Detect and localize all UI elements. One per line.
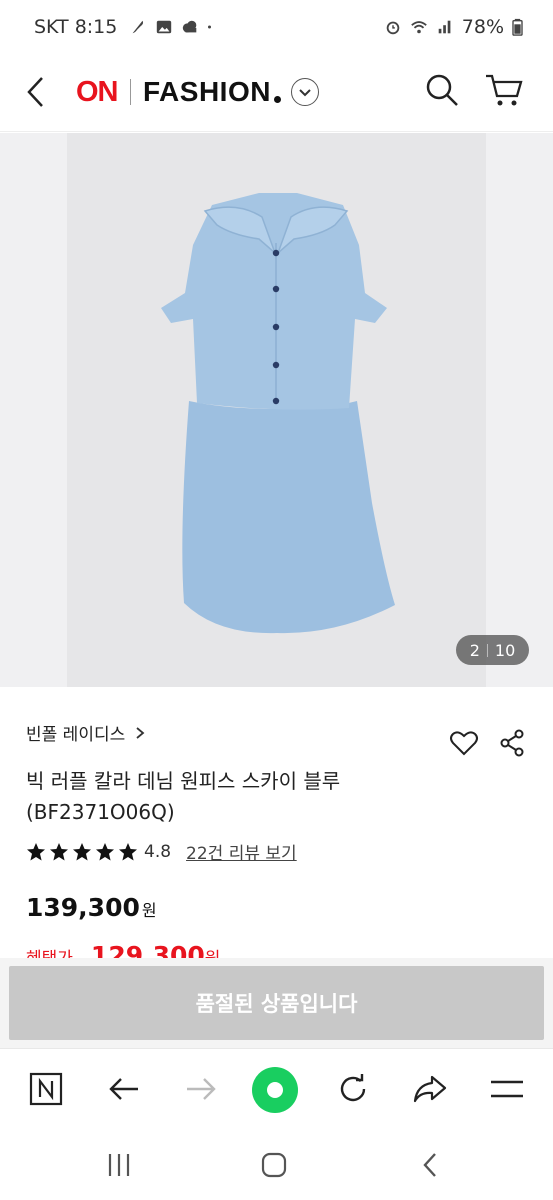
app-header: ON FASHION xyxy=(0,54,553,132)
browser-forward-button[interactable] xyxy=(181,1069,221,1109)
image-counter: 2 10 xyxy=(456,635,529,665)
heart-icon[interactable] xyxy=(449,729,479,757)
product-title-line1: 빅 러플 칼라 데님 원피스 스카이 블루 xyxy=(26,769,341,793)
hamburger-icon xyxy=(491,1080,523,1098)
home-button[interactable] xyxy=(254,1148,294,1182)
review-link[interactable]: 22건 리뷰 보기 xyxy=(186,839,297,864)
mall-dropdown-button[interactable] xyxy=(290,78,319,106)
battery-icon xyxy=(512,18,523,36)
chevron-right-icon xyxy=(136,726,145,739)
naver-n-icon xyxy=(29,1072,63,1106)
logo-dot xyxy=(273,95,281,103)
star-icon xyxy=(73,842,91,860)
product-photo xyxy=(67,133,486,687)
refresh-button[interactable] xyxy=(333,1069,373,1109)
signal-icon xyxy=(438,20,451,34)
system-back-button[interactable] xyxy=(410,1148,450,1182)
logo-on-text: ON xyxy=(76,75,118,108)
share-arrow-icon xyxy=(413,1075,447,1103)
price-unit: 원 xyxy=(141,901,157,920)
product-title: 빅 러플 칼라 데님 원피스 스카이 블루 (BF2371O06Q) xyxy=(26,766,446,828)
system-navigation-bar xyxy=(0,1130,553,1200)
dot-icon xyxy=(208,25,212,29)
product-image-gallery[interactable] xyxy=(0,133,553,687)
image-counter-divider xyxy=(486,643,488,657)
logo-divider xyxy=(129,79,131,105)
battery-percent: 78% xyxy=(461,16,504,38)
cart-icon[interactable] xyxy=(484,70,524,110)
cloud-icon xyxy=(183,20,197,33)
image-counter-current: 2 xyxy=(469,640,480,660)
green-dot-icon xyxy=(252,1067,298,1113)
gallery-icon xyxy=(157,20,172,34)
star-icon xyxy=(50,842,68,860)
wifi-icon xyxy=(410,21,427,34)
share-icon[interactable] xyxy=(498,728,526,758)
carrier-time: SKT 8:15 xyxy=(34,16,118,38)
benefit-label: 혜택가 xyxy=(26,944,73,958)
arrow-right-icon xyxy=(187,1078,216,1100)
brand-link[interactable]: 빈폴 레이디스 xyxy=(26,720,145,745)
price: 139,300 원 xyxy=(26,893,157,922)
dress-illustration xyxy=(161,193,395,634)
rating-row: 4.8 22건 리뷰 보기 xyxy=(26,839,297,864)
status-bar: SKT 8:15 78% xyxy=(0,0,553,54)
browser-back-button[interactable] xyxy=(104,1069,144,1109)
recent-apps-button[interactable] xyxy=(99,1148,139,1182)
star-icon xyxy=(119,842,137,860)
rating-value: 4.8 xyxy=(144,841,172,862)
logo-fashion-text: FASHION xyxy=(143,76,271,107)
system-back-icon xyxy=(423,1153,436,1177)
star-icon xyxy=(96,842,114,860)
home-icon xyxy=(261,1152,287,1178)
product-title-line2: (BF2371O06Q) xyxy=(26,800,175,824)
benefit-price-value: 129,300 xyxy=(90,941,205,958)
sold-out-button[interactable]: 품절된 상품입니다 xyxy=(9,966,544,1040)
share-page-button[interactable] xyxy=(410,1069,450,1109)
on-fashion-logo[interactable]: ON FASHION xyxy=(76,72,319,112)
browser-toolbar xyxy=(0,1048,553,1130)
search-icon[interactable] xyxy=(424,72,460,108)
arrow-left-icon xyxy=(109,1078,138,1100)
back-icon[interactable] xyxy=(22,72,52,112)
price-value: 139,300 xyxy=(26,893,140,922)
benefit-price-row: 혜택가 129,300원 xyxy=(26,938,526,958)
feather-icon xyxy=(132,20,144,34)
chevron-down-icon xyxy=(299,89,311,97)
star-icon xyxy=(27,842,45,860)
image-counter-total: 10 xyxy=(494,640,516,660)
alarm-icon xyxy=(386,21,400,35)
purchase-bar: 품절된 상품입니다 xyxy=(0,958,553,1048)
naver-home-button[interactable] xyxy=(26,1069,66,1109)
refresh-icon xyxy=(340,1074,366,1102)
brand-name: 빈폴 레이디스 xyxy=(26,725,126,745)
recent-apps-icon xyxy=(108,1154,130,1176)
benefit-price-unit: 원 xyxy=(205,949,221,958)
menu-button[interactable] xyxy=(487,1069,527,1109)
green-dot-button[interactable] xyxy=(250,1065,300,1115)
